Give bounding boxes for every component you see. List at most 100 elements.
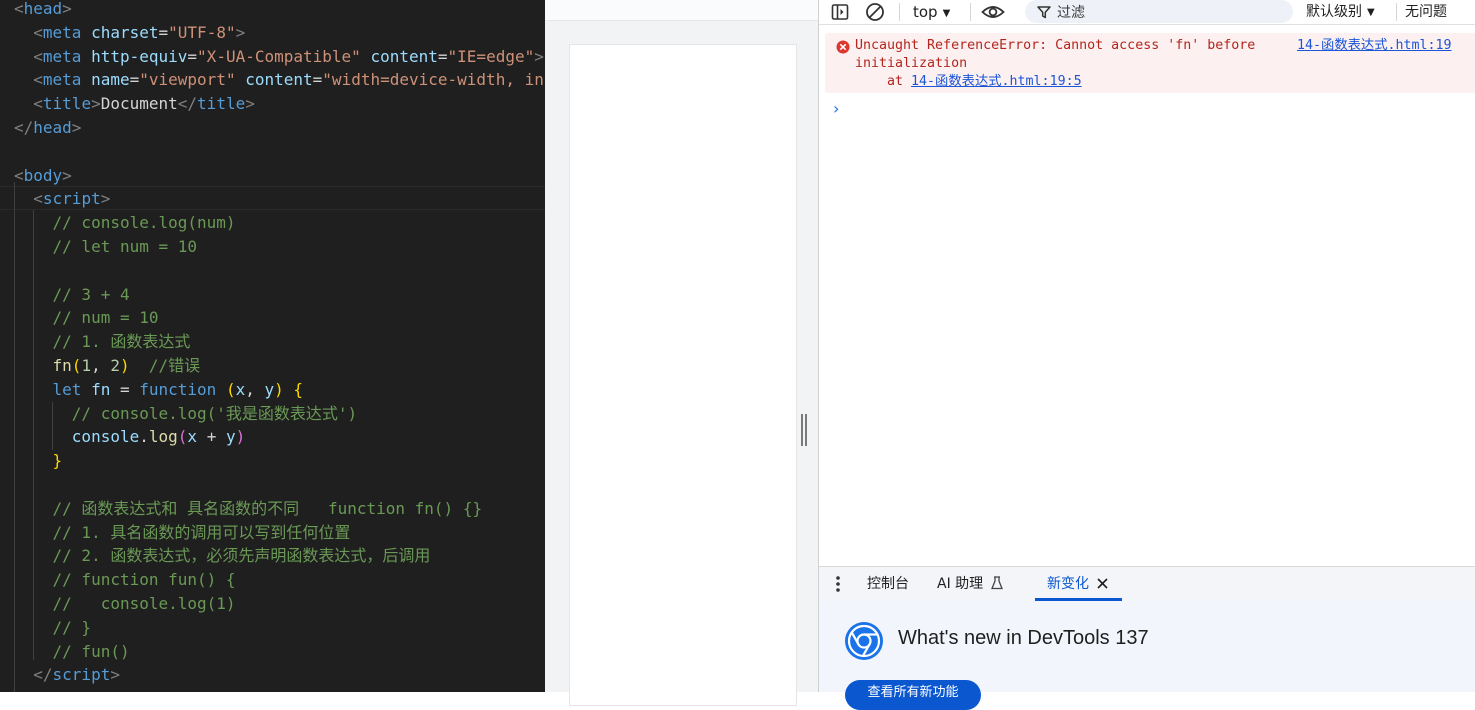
code-line[interactable]: // 1. 具名函数的调用可以写到任何位置 [14, 521, 351, 545]
flask-icon [990, 569, 1003, 603]
log-level-selector[interactable]: 默认级别 ▼ [1306, 0, 1375, 24]
code-token: content [245, 70, 313, 90]
code-line[interactable]: <script> [14, 187, 110, 211]
code-line[interactable]: // fun() [14, 640, 130, 664]
code-line[interactable]: // 1. 函数表达式 [14, 330, 191, 354]
resize-handle[interactable] [801, 414, 807, 446]
error-source-link[interactable]: 14-函数表达式.html:19 [1297, 37, 1452, 55]
issues-counter[interactable]: 无问题 [1405, 0, 1447, 24]
code-token: = [158, 22, 169, 42]
code-token: = [437, 46, 448, 66]
code-token: = [110, 379, 140, 399]
stack-frame-link[interactable]: 14-函数表达式.html:19:5 [911, 74, 1082, 89]
stack-frame: at 14-函数表达式.html:19:5 [887, 73, 1082, 91]
code-token: = [312, 70, 323, 90]
close-tab-icon[interactable] [1097, 568, 1109, 602]
code-token: // 1. 函数表达式 [52, 332, 191, 352]
console-prompt-icon[interactable]: › [833, 99, 839, 118]
code-line[interactable]: </head> [14, 116, 81, 140]
code-line[interactable]: fn(1, 2) //错误 [14, 354, 201, 378]
code-line[interactable]: // let num = 10 [14, 235, 198, 259]
code-token: // console.log(1) [52, 594, 236, 613]
code-token: "IE=edge" [447, 46, 535, 66]
code-line[interactable]: // num = 10 [14, 306, 159, 330]
tab-console[interactable]: 控制台 [867, 567, 909, 601]
code-line[interactable]: <body> [14, 164, 72, 188]
code-line[interactable]: <meta name="viewport" content="width=dev… [14, 68, 545, 92]
code-token: < [33, 189, 43, 209]
code-line[interactable]: </script> [14, 663, 120, 687]
code-token: ( [177, 427, 188, 447]
code-token: ) [119, 356, 130, 375]
code-token: // let num = 10 [52, 237, 198, 256]
eye-icon[interactable] [980, 1, 1006, 23]
code-token: , [245, 379, 265, 399]
code-line[interactable]: } [14, 449, 63, 473]
code-token: title [197, 94, 246, 114]
code-token: > [100, 189, 111, 209]
code-token: // 1. 具名函数的调用可以写到任何位置 [52, 522, 351, 542]
code-token: // 3 + 4 [52, 284, 130, 304]
code-token: // 2. 函数表达式，必须先声明函数表达式，后调用 [52, 546, 431, 566]
code-line[interactable]: // console.log(1) [14, 592, 236, 616]
code-line[interactable]: // function fun() { [14, 568, 236, 592]
code-editor[interactable]: <head> <meta charset="UTF-8"> <meta http… [0, 0, 545, 692]
code-token: = [129, 70, 140, 90]
whats-new-title: What's new in DevTools 137 [898, 627, 1149, 649]
code-line[interactable]: // 3 + 4 [14, 283, 130, 307]
error-text: Uncaught ReferenceError: Cannot access '… [855, 38, 1256, 71]
code-line[interactable]: // 函数表达式和 具名函数的不同 function fn() {} [14, 497, 483, 521]
code-line[interactable]: <head> [14, 0, 72, 21]
code-line[interactable]: </body> [14, 687, 81, 692]
see-all-features-button[interactable]: 查看所有新功能 [845, 680, 981, 710]
toolbar-separator [970, 3, 971, 21]
more-tools-icon[interactable] [836, 576, 840, 592]
code-line[interactable]: <title>Document</title> [14, 92, 255, 116]
tab-whats-new[interactable]: 新变化 [1034, 567, 1124, 602]
code-line[interactable]: // 2. 函数表达式，必须先声明函数表达式，后调用 [14, 544, 431, 568]
chevron-down-icon: ▼ [942, 8, 951, 19]
code-token: meta [42, 22, 92, 42]
code-token: Document [100, 94, 178, 114]
code-token: // 函数表达式和 具名函数的不同 function fn() {} [52, 498, 483, 518]
tab-ai-assistance[interactable]: AI 助理 [937, 567, 1003, 601]
code-line[interactable]: <meta http-equiv="X-UA-Compatible" conte… [14, 45, 544, 69]
code-line[interactable]: console.log(x + y) [14, 425, 245, 449]
clear-console-icon[interactable] [864, 1, 886, 23]
code-token: < [33, 94, 43, 114]
code-token: meta [42, 46, 92, 66]
code-line[interactable]: // console.log(num) [14, 211, 236, 235]
code-token: > [62, 0, 72, 18]
code-token: { [293, 379, 304, 399]
code-token: // console.log(num) [52, 213, 236, 233]
code-line[interactable]: <meta charset="UTF-8"> [14, 21, 245, 45]
code-token: > [71, 118, 82, 137]
code-line[interactable]: // console.log('我是函数表达式') [14, 402, 357, 426]
filter-input[interactable]: 过滤 [1025, 0, 1293, 23]
tab-ai-label: AI 助理 [937, 576, 984, 592]
code-line[interactable]: let fn = function (x, y) { [14, 378, 304, 402]
sidebar-toggle-icon[interactable] [829, 1, 851, 23]
error-icon [836, 39, 850, 54]
stack-frame-prefix: at [887, 74, 912, 89]
toolbar-separator [1396, 3, 1397, 21]
context-selector[interactable]: top ▼ [913, 0, 950, 24]
context-label: top [913, 3, 938, 21]
code-line[interactable]: // } [14, 616, 92, 640]
code-token: "UTF-8" [168, 22, 236, 42]
code-token: script [42, 189, 101, 209]
devtools-panel: top ▼ 过滤 默认级别 ▼ 无问题 Uncaught ReferenceErro… [818, 0, 1475, 710]
